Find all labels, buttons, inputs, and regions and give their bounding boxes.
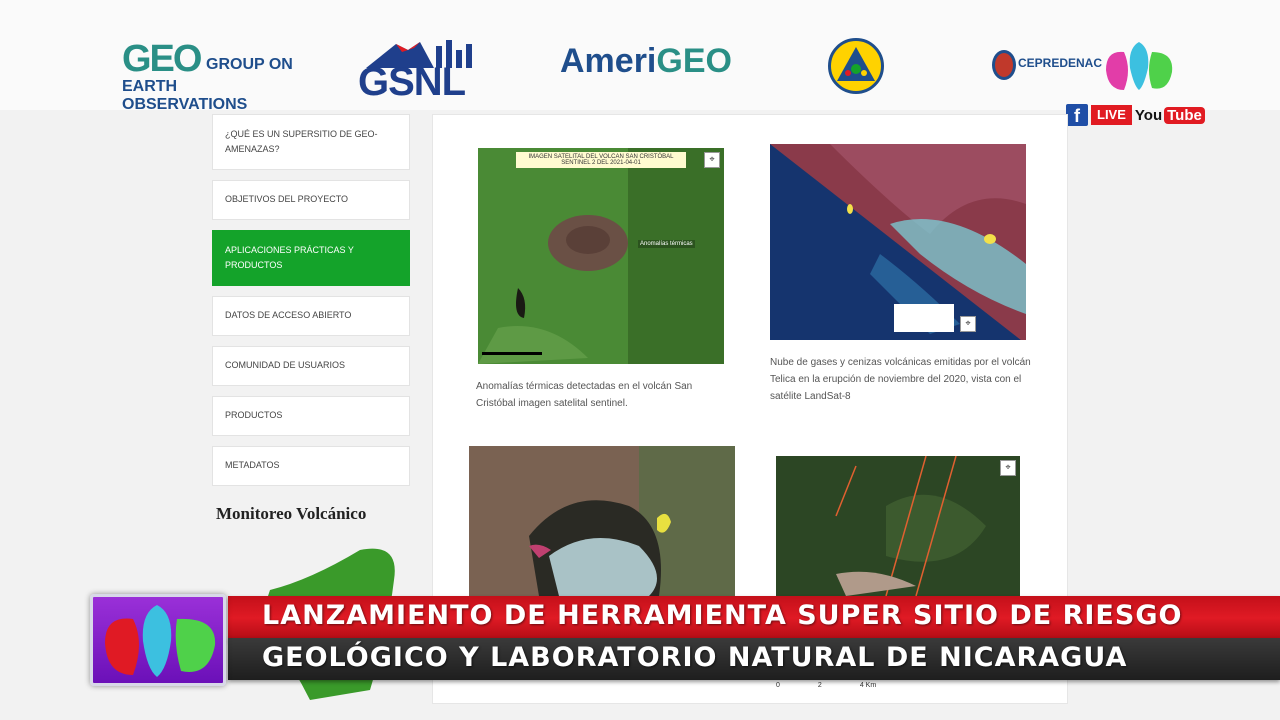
sinapred-emblem-icon — [837, 47, 875, 81]
sidebar-item-label: Productos — [225, 410, 283, 421]
amerigeo-logo-part2: GEO — [656, 42, 732, 80]
channel-watermark — [1070, 40, 1190, 100]
sidebar-item-label: Metadatos — [225, 460, 280, 471]
sidebar-nav: ¿Qué es un supersitio de geo-amenazas? O… — [212, 114, 410, 496]
section-title: Monitoreo Volcánico — [216, 504, 367, 523]
gsnl-logo[interactable]: GSNL — [356, 38, 488, 104]
facebook-icon[interactable]: f — [1066, 104, 1088, 126]
geo-logo-line1: GROUP ON — [206, 56, 293, 73]
thermal-anomaly-label: Anomalías térmicas — [638, 240, 695, 248]
ash-cloud-graphic — [469, 446, 735, 596]
sidebar-item-label: Comunidad de usuarios — [225, 360, 346, 371]
figure-caption: Nube de gases y cenizas volcánicas emiti… — [770, 357, 1031, 402]
fault-lines-satellite-image[interactable]: ⌖ — [776, 456, 1020, 596]
sidebar-item-label: Datos de acceso abierto — [225, 310, 352, 321]
san-cristobal-satellite-image[interactable]: IMAGEN SATELITAL DEL VOLCAN SAN CRISTÓBA… — [478, 148, 724, 364]
volcanic-ash-satellite-image[interactable] — [469, 446, 735, 596]
north-arrow-icon: ⌖ — [704, 152, 720, 168]
sinapred-logo[interactable] — [828, 38, 884, 94]
headline-line1: LANZAMIENTO DE HERRAMIENTA SUPER SITIO D… — [262, 600, 1183, 631]
headline-line2: GEOLÓGICO Y LABORATORIO NATURAL DE NICAR… — [262, 642, 1128, 673]
north-arrow-icon: ⌖ — [960, 316, 976, 332]
figure-title: IMAGEN SATELITAL DEL VOLCAN SAN CRISTÓBA… — [516, 152, 686, 168]
geo-logo[interactable]: GEO GROUP ON EARTH OBSERVATIONS — [122, 38, 297, 113]
cepredenac-emblem-icon — [992, 50, 1016, 80]
channel-emblem-icon — [105, 605, 216, 677]
geo-logo-mark: GEO — [122, 38, 202, 80]
sidebar-item-objetivos[interactable]: Objetivos del proyecto — [212, 180, 410, 220]
live-social-badges: f LIVE You Tube — [1066, 104, 1205, 126]
sidebar-item-label: ¿Qué es un supersitio de geo-amenazas? — [225, 128, 378, 154]
amerigeo-logo[interactable]: AmeriGEO — [560, 42, 732, 81]
figure-title-line2: SENTINEL 2 DEL 2021-04-01 — [561, 160, 641, 166]
fault-map-graphic — [776, 456, 1020, 596]
youtube-you: You — [1134, 106, 1163, 124]
amerigeo-logo-part1: Ameri — [560, 42, 657, 80]
sidebar-item-productos[interactable]: Productos — [212, 396, 410, 436]
volcano-terrain-graphic — [478, 148, 724, 364]
sidebar-item-datos-abiertos[interactable]: Datos de acceso abierto — [212, 296, 410, 336]
figure-caption: Anomalías térmicas detectadas en el volc… — [476, 381, 693, 409]
sidebar-item-que-es[interactable]: ¿Qué es un supersitio de geo-amenazas? — [212, 114, 410, 170]
channel-logo-icon — [1106, 42, 1173, 90]
telica-map-graphic — [770, 144, 1026, 344]
geo-logo-line2: EARTH OBSERVATIONS — [122, 78, 248, 113]
sidebar-item-aplicaciones[interactable]: Aplicaciones prácticas y productos — [212, 230, 410, 286]
north-arrow-icon: ⌖ — [1000, 460, 1016, 476]
channel-logo-box — [90, 594, 226, 686]
sidebar-item-label: Objetivos del proyecto — [225, 194, 349, 205]
gsnl-logo-text: GSNL — [358, 60, 466, 104]
telica-landsat-map[interactable]: ⌖ — [770, 144, 1026, 344]
youtube-icon[interactable]: You Tube — [1135, 105, 1205, 125]
sidebar-item-comunidad[interactable]: Comunidad de usuarios — [212, 346, 410, 386]
live-badge: LIVE — [1091, 105, 1132, 125]
sidebar-item-metadatos[interactable]: Metadatos — [212, 446, 410, 486]
youtube-tube: Tube — [1164, 106, 1205, 124]
news-lower-third: LANZAMIENTO DE HERRAMIENTA SUPER SITIO D… — [0, 592, 1280, 688]
sidebar-item-label: Aplicaciones prácticas y productos — [225, 244, 354, 270]
